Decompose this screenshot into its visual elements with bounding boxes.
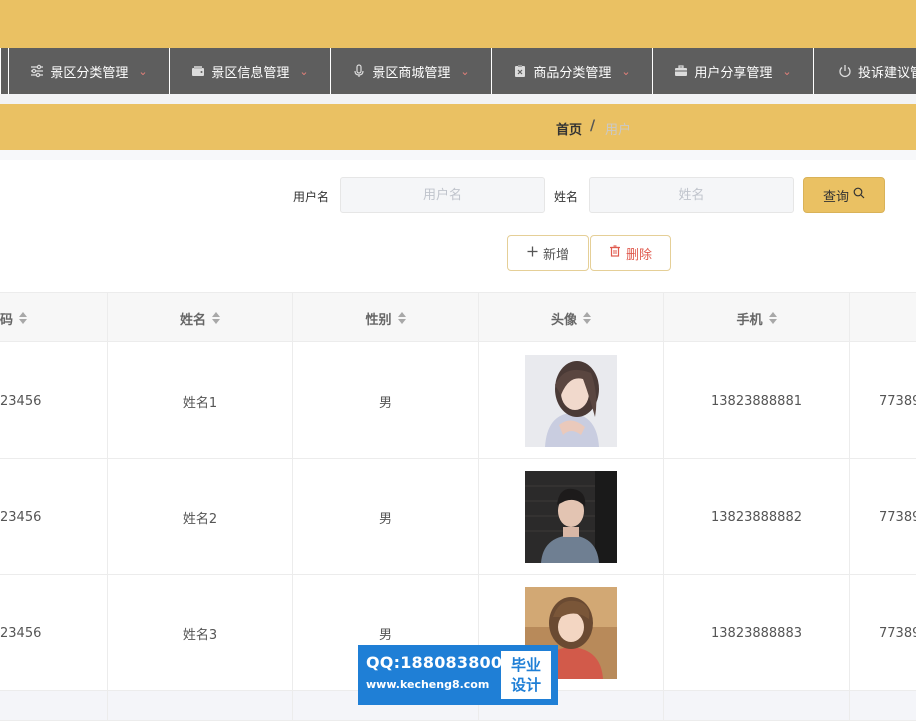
name-label: 姓名 — [554, 190, 579, 204]
cell-name — [108, 691, 293, 721]
cell-avatar — [479, 459, 664, 575]
plus-icon — [527, 246, 538, 261]
nav-item-scenic-mall[interactable]: 景区商城管理 ⌄ — [330, 48, 491, 94]
search-icon — [853, 187, 865, 203]
nav-label: 景区信息管理 — [211, 65, 290, 81]
cell-phone: 13823888881 — [664, 343, 850, 459]
sort-icon[interactable] — [19, 312, 28, 324]
add-label: 新增 — [542, 247, 569, 263]
content-panel: 用户名 姓名 查询 新增 删除 码 姓名 性别 — [0, 160, 916, 721]
watermark-logo: QQ:188083800 www.kecheng8.com 毕业 设计 — [358, 645, 558, 705]
chevron-down-icon: ⌄ — [621, 64, 631, 78]
nav-label: 投诉建议管 — [858, 65, 916, 81]
cell-extra: 77389 — [879, 393, 916, 409]
delete-button[interactable]: 删除 — [590, 235, 671, 271]
sort-icon[interactable] — [397, 312, 406, 324]
clipboard-icon — [513, 64, 527, 78]
nav-item-product-category[interactable]: 商品分类管理 ⌄ — [491, 48, 652, 94]
chevron-down-icon: ⌄ — [782, 64, 792, 78]
nav-label: 景区商城管理 — [372, 65, 451, 81]
cell-password: 23456 — [0, 575, 108, 691]
nav-label: 商品分类管理 — [533, 65, 612, 81]
table-header: 码 姓名 性别 头像 手机 — [0, 292, 916, 343]
cell-extra: 77389 — [879, 625, 916, 641]
table-row[interactable]: 23456 姓名1 男 13823888881 77389 — [0, 343, 916, 459]
nav-label: 景区分类管理 — [50, 65, 129, 81]
breadcrumb: 首页 / 用户 — [0, 104, 916, 150]
nav-label: 用户分享管理 — [694, 65, 773, 81]
column-header-label: 头像 — [550, 312, 577, 328]
column-header-gender[interactable]: 性别 — [293, 293, 479, 343]
name-input[interactable] — [589, 177, 794, 213]
chevron-down-icon: ⌄ — [460, 64, 470, 78]
column-header-name[interactable]: 姓名 — [108, 293, 293, 343]
cell-phone: 13823888882 — [664, 459, 850, 575]
nav-item-complaints[interactable]: 投诉建议管 — [813, 48, 916, 94]
username-label: 用户名 — [293, 190, 330, 204]
column-header-label: 性别 — [365, 312, 392, 328]
breadcrumb-home[interactable]: 首页 — [556, 119, 582, 138]
username-input[interactable] — [340, 177, 545, 213]
cell-gender: 男 — [293, 343, 479, 459]
column-header-label: 手机 — [736, 312, 763, 328]
column-header-extra — [850, 293, 916, 343]
sort-icon[interactable] — [212, 312, 220, 324]
chevron-down-icon: ⌄ — [299, 64, 309, 78]
column-header-password[interactable]: 码 — [0, 293, 108, 343]
trash-icon — [609, 245, 621, 261]
add-button[interactable]: 新增 — [507, 235, 589, 271]
cell-extra: 77389 — [879, 509, 916, 525]
column-header-phone[interactable]: 手机 — [664, 293, 850, 343]
query-button[interactable]: 查询 — [803, 177, 885, 213]
watermark-text: QQ:188083800 www.kecheng8.com — [358, 645, 503, 705]
briefcase-icon — [674, 64, 688, 78]
sort-icon[interactable] — [583, 312, 591, 324]
avatar[interactable] — [525, 355, 617, 447]
wallet-icon — [191, 64, 205, 78]
cell-name: 姓名1 — [108, 343, 293, 459]
delete-label: 删除 — [625, 247, 652, 263]
nav-item-scenic-info[interactable]: 景区信息管理 ⌄ — [169, 48, 330, 94]
column-header-label: 姓名 — [179, 312, 206, 328]
column-header-avatar[interactable]: 头像 — [479, 293, 664, 343]
breadcrumb-separator: / — [590, 118, 596, 134]
query-label: 查询 — [822, 189, 849, 205]
nav-item-edge — [0, 48, 8, 94]
main-nav: 景区分类管理 ⌄ 景区信息管理 ⌄ 景区商城管理 ⌄ 商品分类管理 ⌄ 用户分享… — [0, 48, 916, 94]
cell-gender: 男 — [293, 459, 479, 575]
breadcrumb-current: 用户 — [605, 123, 632, 138]
sort-icon[interactable] — [768, 312, 777, 324]
cell-password — [0, 691, 108, 721]
watermark-qq: QQ:188083800 — [366, 653, 503, 672]
watermark-tag: 毕业 设计 — [501, 651, 551, 699]
cell-avatar — [479, 343, 664, 459]
cell-password: 23456 — [0, 459, 108, 575]
watermark-url: www.kecheng8.com — [366, 678, 490, 691]
cell-phone — [664, 691, 850, 721]
microphone-icon — [352, 64, 366, 78]
column-header-label: 码 — [0, 312, 14, 328]
cell-name: 姓名3 — [108, 575, 293, 691]
sliders-icon — [30, 64, 44, 78]
spacer — [0, 150, 916, 160]
cell-phone: 13823888883 — [664, 575, 850, 691]
watermark-tag-line1: 毕业 — [510, 656, 541, 674]
cell-password: 23456 — [0, 343, 108, 459]
cell-name: 姓名2 — [108, 459, 293, 575]
table-row[interactable]: 23456 姓名2 男 13823888882 77389 — [0, 459, 916, 575]
top-header-bar — [0, 0, 916, 48]
nav-item-user-share[interactable]: 用户分享管理 ⌄ — [652, 48, 813, 94]
watermark-tag-line2: 设计 — [510, 676, 541, 694]
nav-item-scenic-category[interactable]: 景区分类管理 ⌄ — [8, 48, 169, 94]
chevron-down-icon: ⌄ — [138, 64, 148, 78]
spacer — [0, 94, 916, 104]
avatar[interactable] — [525, 471, 617, 563]
power-icon — [838, 64, 852, 78]
